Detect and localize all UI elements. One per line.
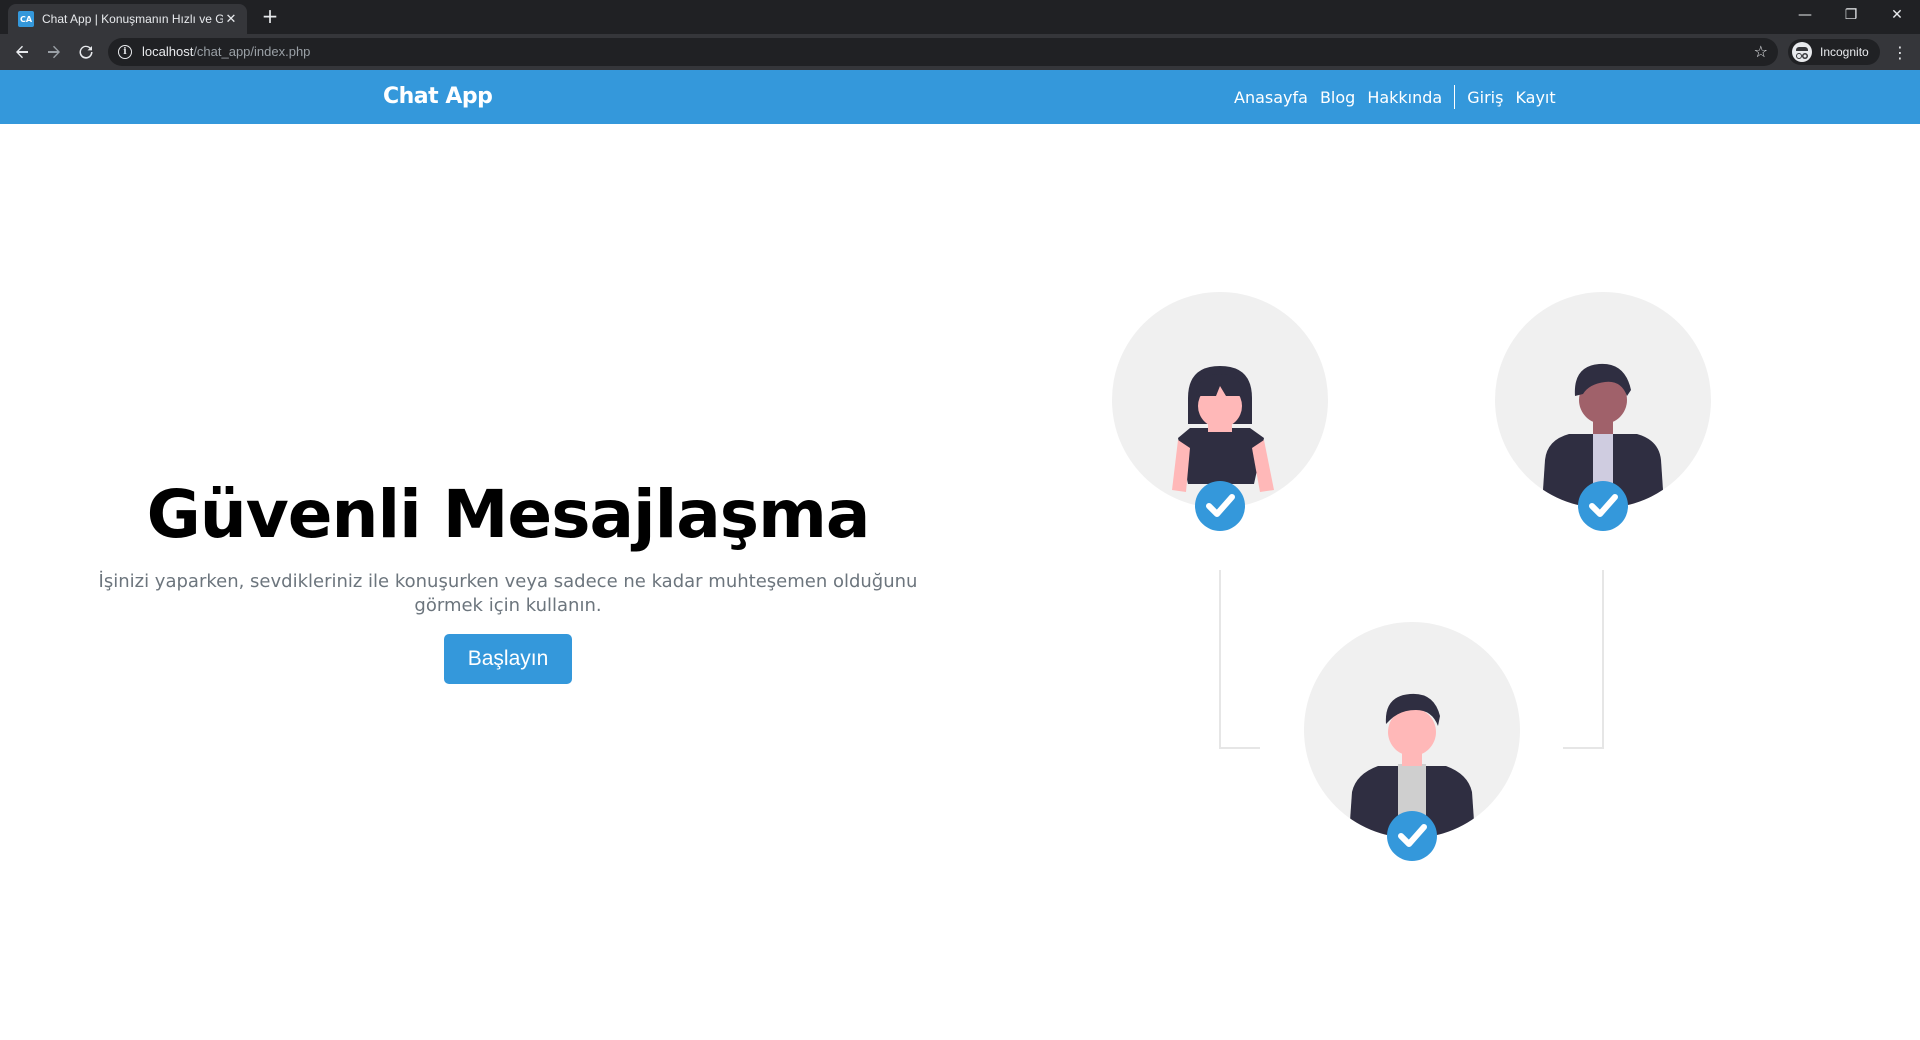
chat-app-favicon-icon: CA bbox=[18, 11, 34, 27]
avatar-man-dark bbox=[1495, 292, 1711, 531]
arrow-left-icon[interactable] bbox=[10, 40, 34, 64]
nav-links: Anasayfa Blog Hakkında Giriş Kayıt bbox=[1234, 70, 1568, 124]
info-icon[interactable]: i bbox=[118, 45, 132, 59]
tab-title: Chat App | Konuşmanın Hızlı ve G bbox=[42, 12, 223, 26]
hero-title: Güvenli Mesajlaşma bbox=[146, 476, 871, 553]
kebab-menu-icon[interactable]: ⋮ bbox=[1888, 40, 1912, 64]
star-icon[interactable]: ☆ bbox=[1754, 42, 1768, 61]
browser-tab[interactable]: CA Chat App | Konuşmanın Hızlı ve G ✕ bbox=[8, 4, 247, 34]
secure-messaging-illustration bbox=[1112, 292, 1711, 861]
nav-link-giris[interactable]: Giriş bbox=[1467, 88, 1503, 107]
incognito-label: Incognito bbox=[1820, 45, 1869, 59]
avatar-man-light bbox=[1304, 622, 1520, 861]
nav-link-blog[interactable]: Blog bbox=[1320, 88, 1355, 107]
check-circle-icon bbox=[1387, 811, 1437, 861]
avatar-woman bbox=[1112, 292, 1328, 531]
reload-icon[interactable] bbox=[74, 40, 98, 64]
nav-link-anasayfa[interactable]: Anasayfa bbox=[1234, 88, 1308, 107]
restore-icon[interactable]: ❐ bbox=[1828, 0, 1874, 30]
check-circle-icon bbox=[1195, 481, 1245, 531]
address-bar[interactable]: i localhost/chat_app/index.php ☆ bbox=[108, 38, 1778, 66]
nav-divider bbox=[1454, 85, 1456, 109]
url-text: localhost/chat_app/index.php bbox=[142, 44, 311, 59]
site-navbar: Chat App Anasayfa Blog Hakkında Giriş Ka… bbox=[0, 70, 1920, 124]
check-circle-icon bbox=[1578, 481, 1628, 531]
incognito-badge[interactable]: Incognito bbox=[1788, 39, 1880, 65]
get-started-button[interactable]: Başlayın bbox=[444, 634, 572, 684]
nav-link-kayit[interactable]: Kayıt bbox=[1515, 88, 1555, 107]
window-close-icon[interactable]: ✕ bbox=[1874, 0, 1920, 30]
hero-subtitle: İşinizi yaparken, sevdikleriniz ile konu… bbox=[98, 571, 918, 616]
browser-toolbar: i localhost/chat_app/index.php ☆ Incogni… bbox=[0, 34, 1920, 70]
nav-link-hakkinda[interactable]: Hakkında bbox=[1367, 88, 1442, 107]
arrow-right-icon[interactable] bbox=[42, 40, 66, 64]
brand-logo[interactable]: Chat App bbox=[383, 84, 493, 109]
minimize-icon[interactable]: — bbox=[1782, 0, 1828, 30]
close-icon[interactable]: ✕ bbox=[223, 11, 239, 27]
incognito-icon bbox=[1792, 42, 1812, 62]
browser-tab-bar: CA Chat App | Konuşmanın Hızlı ve G ✕ + … bbox=[0, 0, 1920, 34]
new-tab-plus-icon[interactable]: + bbox=[258, 6, 282, 28]
